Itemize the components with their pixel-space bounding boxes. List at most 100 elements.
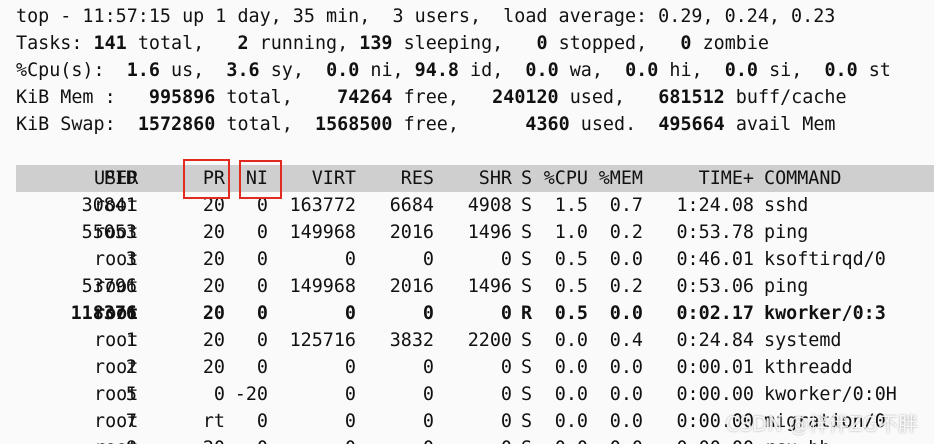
tasks-zombie-label: zombie <box>702 33 769 54</box>
tasks-line: Tasks: 141 total, 2 running, 139 sleepin… <box>16 30 769 57</box>
cell-user: root <box>94 276 139 297</box>
cell-cpu: 0.0 <box>555 435 588 444</box>
table-row[interactable]: 5 root 0 -20 0 0 0 S 0.0 0.0 0:00.00 kworker/0:0H <box>0 381 934 408</box>
table-row[interactable]: 30841 root 20 0 163772 6684 4908 S 1.5 0.7 1:24.08… <box>0 192 934 219</box>
column-header-virt[interactable]: VIRT <box>312 165 356 192</box>
column-header-res[interactable]: RES <box>401 165 434 192</box>
column-header-shr[interactable]: SHR <box>479 165 512 192</box>
cell-pr: 20 <box>202 222 225 243</box>
column-header-cpu[interactable]: %CPU <box>544 165 588 192</box>
cell-virt: 0 <box>344 411 356 432</box>
cell-time: 0:53.78 <box>676 222 754 243</box>
cell-ni: 0 <box>256 195 268 216</box>
mem-free: 74264 <box>337 87 393 108</box>
cell-shr: 4908 <box>467 195 512 216</box>
process-table-header: PID USER PR NI VIRT RES SHR S %CPU %MEM TIME+ COMMA… <box>0 165 934 192</box>
cell-mem: 0.0 <box>609 384 643 405</box>
cell-state: S <box>521 195 533 216</box>
cell-command: kthreadd <box>764 357 853 378</box>
cpu-wa: 0.0 <box>525 60 559 81</box>
cell-pr: 20 <box>203 435 225 444</box>
cell-pr: 20 <box>202 330 225 351</box>
cell-shr: 0 <box>500 384 512 405</box>
uptime-line: top - 11:57:15 up 1 day, 35 min, 3 users… <box>16 6 836 27</box>
cell-state: S <box>521 249 533 270</box>
column-header-user[interactable]: USER <box>94 165 138 192</box>
cell-cpu: 1.0 <box>554 222 588 243</box>
cpu-ni: 0.0 <box>326 60 360 81</box>
csdn-watermark: CSDN @梓伴ZG不胖 <box>725 412 918 436</box>
cell-mem: 0.7 <box>609 195 643 216</box>
cell-state: S <box>521 411 533 432</box>
cell-time: 0:53.06 <box>676 276 754 297</box>
tasks-sleeping-label: sleeping, <box>403 33 504 54</box>
table-row[interactable]: 118376 root 20 0 0 0 0 R 0.5 0.0 0:02.17 kworker/0:… <box>0 300 934 327</box>
cpu-hi: 0.0 <box>625 60 659 81</box>
cell-res: 0 <box>422 303 434 324</box>
cell-res: 2016 <box>389 276 434 297</box>
cpu-line: %Cpu(s): 1.6 us, 3.6 sy, 0.0 ni, 94.8 id… <box>16 57 891 84</box>
cell-time: 0:00.01 <box>676 357 754 378</box>
terminal-screen[interactable]: top - 11:57:15 up 1 day, 35 min, 3 users… <box>0 0 934 444</box>
column-header-pr[interactable]: PR <box>203 165 225 192</box>
cell-time: 0:00.00 <box>676 384 754 405</box>
cell-shr: 2200 <box>467 330 512 351</box>
cell-shr: 0 <box>500 303 512 324</box>
cell-cpu: 0.5 <box>554 276 588 297</box>
cell-res: 2016 <box>389 222 434 243</box>
swap-label: KiB Swap: <box>16 114 116 135</box>
tasks-total: 141 <box>93 33 127 54</box>
cell-mem: 0.0 <box>609 303 643 324</box>
column-header-mem[interactable]: %MEM <box>599 165 643 192</box>
mem-free-label: free, <box>403 87 459 108</box>
cell-pr: 20 <box>202 357 225 378</box>
cpu-si-label: si, <box>769 60 803 81</box>
cell-state: R <box>521 303 533 324</box>
cell-user: root <box>94 195 139 216</box>
table-row[interactable]: 2 root 20 0 0 0 0 S 0.0 0.0 0:00.01 kthreadd <box>0 354 934 381</box>
cell-user: root <box>94 384 139 405</box>
cell-ni: 0 <box>256 249 268 270</box>
cpu-hi-label: hi, <box>669 60 703 81</box>
cell-user: root <box>94 357 139 378</box>
table-row[interactable]: 55053 root 20 0 149968 2016 1496 S 1.0 0.2 0:53.78… <box>0 219 934 246</box>
cell-virt: 149968 <box>289 276 356 297</box>
cell-res: 0 <box>422 357 434 378</box>
cell-ni: 0 <box>256 411 268 432</box>
column-header-time[interactable]: TIME+ <box>699 165 754 192</box>
mem-label: KiB Mem : <box>16 87 116 108</box>
swap-free: 1568500 <box>315 114 393 135</box>
cell-cpu: 1.5 <box>554 195 588 216</box>
cell-cpu: 0.0 <box>554 384 588 405</box>
column-header-command[interactable]: COMMAND <box>764 165 842 192</box>
cell-pr: 20 <box>202 195 225 216</box>
table-row[interactable]: 1 root 20 0 125716 3832 2200 S 0.0 0.4 0:24.84 syst… <box>0 327 934 354</box>
cpu-ni-label: ni, <box>370 60 404 81</box>
cpu-wa-label: wa, <box>569 60 603 81</box>
swap-used: 4360 <box>525 114 570 135</box>
cell-virt: 163772 <box>289 195 356 216</box>
cell-pr: rt <box>202 411 225 432</box>
cell-state: S <box>521 330 533 351</box>
cell-mem: 0.0 <box>609 249 643 270</box>
cell-user: root <box>94 249 139 270</box>
cell-mem: 0.4 <box>609 330 643 351</box>
cell-ni: 0 <box>256 357 268 378</box>
column-header-state[interactable]: S <box>521 165 532 192</box>
table-row[interactable]: 53796 root 20 0 149968 2016 1496 S 0.5 0.2 0:53.06… <box>0 273 934 300</box>
cpu-id: 94.8 <box>414 60 459 81</box>
swap-free-label: free, <box>403 114 459 135</box>
tasks-running-label: running, <box>259 33 349 54</box>
cell-cpu: 0.0 <box>554 357 588 378</box>
cell-ni: -20 <box>234 384 268 405</box>
table-row[interactable]: 3 root 20 0 0 0 0 S 0.5 0.0 0:46.01 ksoftirqd/0 <box>0 246 934 273</box>
tasks-sleeping: 139 <box>359 33 393 54</box>
cell-mem: 0.2 <box>609 276 643 297</box>
swap-total: 1572860 <box>137 114 216 135</box>
tasks-label: Tasks: <box>16 33 83 54</box>
column-header-ni[interactable]: NI <box>246 165 268 192</box>
cell-pr: 20 <box>202 249 225 270</box>
cell-res: 0 <box>423 435 434 444</box>
cell-shr: 0 <box>500 411 512 432</box>
mem-cache: 681512 <box>658 87 725 108</box>
